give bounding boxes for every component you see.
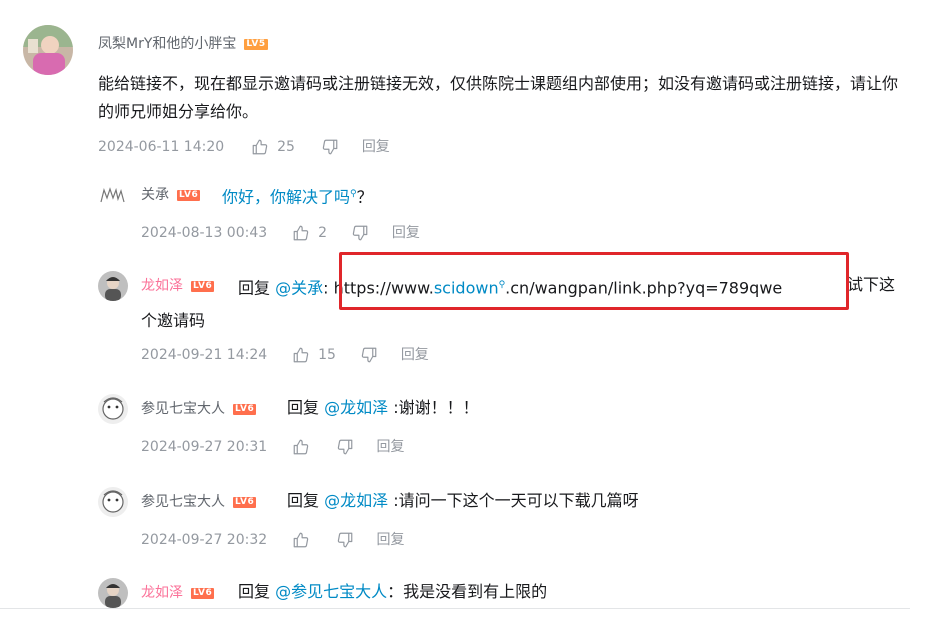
mention-link[interactable]: @关承 [275, 278, 323, 297]
reply-username[interactable]: 龙如泽 LV6 [141, 276, 215, 296]
mention-link[interactable]: @龙如泽 [324, 491, 388, 510]
avatar[interactable] [98, 180, 128, 210]
thumbs-up-icon [293, 532, 308, 548]
comment-meta: 2024-06-11 14:20 25 回复 [98, 137, 390, 157]
avatar[interactable] [98, 271, 128, 301]
mention-link[interactable]: @参见七宝大人 [275, 582, 387, 601]
reply-username[interactable]: 参见七宝大人 LV6 [141, 492, 257, 512]
reply-meta: 2024-09-27 20:32 回复 [141, 530, 405, 550]
reply-date: 2024-08-13 00:43 [141, 225, 268, 241]
reply-content: 回复 @参见七宝大人：我是没看到有上限的 [238, 582, 548, 601]
reply-username[interactable]: 参见七宝大人 LV6 [141, 399, 257, 419]
reply-button[interactable]: 回复 [377, 437, 405, 457]
avatar[interactable] [98, 394, 128, 424]
level-badge: LV5 [244, 38, 268, 50]
reply-content: 回复 @龙如泽 :谢谢！！！ [287, 398, 479, 417]
like-count: 15 [318, 347, 336, 363]
reply-username[interactable]: 龙如泽 LV6 [141, 583, 215, 603]
thumbs-up-icon [293, 225, 308, 241]
reply-content: 你好，你解决了吗⚲？ [222, 187, 373, 207]
avatar[interactable] [98, 487, 128, 517]
level-badge: LV6 [233, 496, 257, 508]
reply-content: 回复 @龙如泽 :请问一下这个一天可以下载几篇呀 [287, 491, 639, 510]
search-icon[interactable]: ⚲ [350, 189, 357, 199]
reply-content-wrap: 个邀请码 [141, 311, 206, 330]
dislike-button[interactable] [336, 437, 354, 457]
level-badge: LV6 [233, 403, 257, 415]
reply-button[interactable]: 回复 [377, 530, 405, 550]
search-link[interactable]: 你好，你解决了吗 [222, 187, 350, 206]
reply-date: 2024-09-27 20:32 [141, 532, 268, 548]
dislike-button[interactable] [360, 345, 378, 365]
like-button[interactable] [292, 530, 310, 550]
comment-date: 2024-06-11 14:20 [98, 139, 225, 155]
like-button[interactable] [292, 437, 310, 457]
mention-link[interactable]: @龙如泽 [324, 398, 388, 417]
thumbs-up-icon [252, 139, 267, 155]
reply-content-tail: 试下这 [847, 275, 896, 294]
thumbs-down-icon [337, 439, 353, 455]
thumbs-down-icon [362, 347, 377, 363]
comment-username[interactable]: 凤梨MrY和他的小胖宝 LV5 [98, 34, 268, 54]
level-badge: LV6 [191, 587, 215, 599]
comment-content: 能给链接不，现在都显示邀请码或注册链接无效，仅供陈院士课题组内部使用；如没有邀请… [98, 74, 899, 121]
avatar[interactable] [23, 25, 73, 75]
reply-meta: 2024-08-13 00:43 2 回复 [141, 223, 420, 243]
reply-date: 2024-09-27 20:31 [141, 439, 268, 455]
reply-button[interactable]: 回复 [401, 345, 429, 365]
like-button[interactable]: 25 [251, 137, 295, 157]
reply-button[interactable]: 回复 [362, 137, 390, 157]
like-button[interactable]: 2 [292, 223, 327, 243]
thumbs-up-icon [293, 439, 308, 455]
divider [0, 608, 910, 609]
level-badge: LV6 [177, 189, 201, 201]
level-badge: LV6 [191, 280, 215, 292]
avatar[interactable] [98, 578, 128, 608]
thumbs-down-icon [353, 225, 368, 241]
thumbs-down-icon [337, 532, 353, 548]
reply-meta: 2024-09-21 14:24 15 回复 [141, 345, 429, 365]
dislike-button[interactable] [321, 137, 339, 157]
highlight-box [339, 252, 849, 310]
like-count: 2 [318, 225, 327, 241]
thumbs-up-icon [293, 347, 308, 363]
dislike-button[interactable] [336, 530, 354, 550]
reply-date: 2024-09-21 14:24 [141, 347, 268, 363]
reply-username[interactable]: 关承 LV6 [141, 185, 201, 205]
like-button[interactable]: 15 [292, 345, 336, 365]
reply-button[interactable]: 回复 [392, 223, 420, 243]
reply-meta: 2024-09-27 20:31 回复 [141, 437, 405, 457]
like-count: 25 [277, 139, 295, 155]
thumbs-down-icon [323, 139, 338, 155]
dislike-button[interactable] [351, 223, 369, 243]
